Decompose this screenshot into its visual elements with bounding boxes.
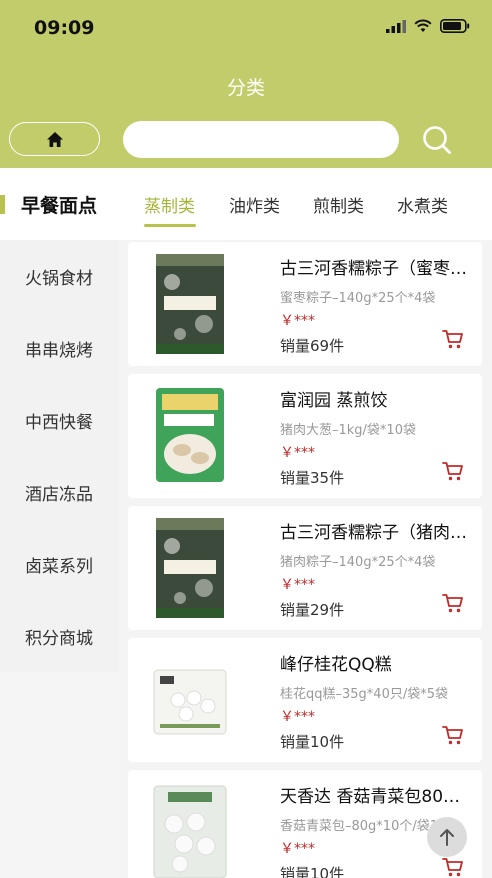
search-input[interactable] [123,121,399,158]
active-tab-indicator [144,224,196,227]
product-image [153,669,227,735]
cart-icon[interactable] [442,724,464,746]
product-sales: 销量10件 [280,733,345,751]
product-image [156,388,224,482]
sidebar-item-label: 酒店冻品 [25,484,93,505]
sidebar-item-skewers[interactable]: 串串烧烤 [0,312,118,384]
tab-boiled[interactable]: 水煮类 [397,192,448,217]
product-image [153,785,227,878]
product-price: ￥*** [280,445,315,461]
product-spec: 猪肉大葱–1kg/袋*10袋 [280,423,416,438]
product-name: 富润园 蒸煎饺 [280,391,388,411]
product-spec: 猪肉粽子–140g*25个*4袋 [280,555,436,570]
sidebar-item-points-mall[interactable]: 积分商城 [0,600,118,672]
arrow-up-icon [440,829,454,846]
product-card[interactable]: 峰仔桂花QQ糕 桂花qq糕–35g*40只/袋*5袋 ￥*** 销量10件 [128,638,482,762]
battery-icon [440,19,470,33]
tab-fried[interactable]: 油炸类 [229,192,280,217]
product-card[interactable]: 富润园 蒸煎饺 猪肉大葱–1kg/袋*10袋 ￥*** 销量35件 [128,374,482,498]
sidebar-item-hotel-frozen[interactable]: 酒店冻品 [0,456,118,528]
back-to-top-button[interactable] [427,817,467,857]
sidebar-item-breakfast[interactable]: 早餐面点 [0,168,118,240]
search-icon[interactable] [421,124,453,156]
tab-pan-fried[interactable]: 煎制类 [313,192,364,217]
product-sales: 销量10件 [280,865,345,878]
product-price: ￥*** [280,709,315,725]
status-time: 09:09 [34,17,95,39]
product-sales: 销量69件 [280,337,345,355]
wifi-icon [414,19,432,32]
sidebar-item-fastfood[interactable]: 中西快餐 [0,384,118,456]
home-button[interactable] [9,122,100,156]
sub-category-tabs: 蒸制类 油炸类 煎制类 水煮类 [118,168,492,240]
sidebar-item-label: 卤菜系列 [25,556,93,577]
cart-icon[interactable] [442,856,464,878]
header-bar: 09:09 分类 [0,0,492,168]
product-name: 古三河香糯粽子（猪肉粽子） [280,523,470,543]
product-price: ￥*** [280,577,315,593]
page-title: 分类 [226,77,265,99]
category-sidebar: 早餐面点 火锅食材 串串烧烤 中西快餐 酒店冻品 卤菜系列 积分商城 [0,168,118,672]
sidebar-item-braised[interactable]: 卤菜系列 [0,528,118,600]
product-panel: 蒸制类 油炸类 煎制类 水煮类 古三河香糯粽子（蜜枣粽子） 蜜枣粽子–140g*… [118,168,492,878]
sidebar-item-label: 串串烧烤 [25,340,93,361]
product-price: ￥*** [280,313,315,329]
product-name: 天香达 香菇青菜包80g*10个 [280,787,470,807]
sidebar-item-label: 中西快餐 [25,412,93,433]
sidebar-item-label: 积分商城 [25,628,93,649]
product-card[interactable]: 古三河香糯粽子（蜜枣粽子） 蜜枣粽子–140g*25个*4袋 ￥*** 销量69… [128,242,482,366]
product-spec: 蜜枣粽子–140g*25个*4袋 [280,291,436,306]
product-image [156,518,224,618]
product-name: 峰仔桂花QQ糕 [280,655,392,675]
product-name: 古三河香糯粽子（蜜枣粽子） [280,259,470,279]
product-price: ￥*** [280,841,315,857]
product-card[interactable]: 天香达 香菇青菜包80g*10个 香菇青菜包–80g*10个/袋12袋/箱 ￥*… [128,770,482,878]
home-icon [46,131,63,147]
product-image [156,254,224,354]
sidebar-item-hotpot[interactable]: 火锅食材 [0,240,118,312]
product-sales: 销量29件 [280,601,345,619]
cart-icon[interactable] [442,460,464,482]
product-spec: 桂花qq糕–35g*40只/袋*5袋 [280,687,448,702]
tab-steamed[interactable]: 蒸制类 [144,192,195,217]
cart-icon[interactable] [442,328,464,350]
sidebar-item-label: 早餐面点 [20,194,97,217]
cart-icon[interactable] [442,592,464,614]
status-icons [386,19,470,33]
signal-icon [386,19,406,33]
product-card[interactable]: 古三河香糯粽子（猪肉粽子） 猪肉粽子–140g*25个*4袋 ￥*** 销量29… [128,506,482,630]
sidebar-item-label: 火锅食材 [25,268,93,289]
product-sales: 销量35件 [280,469,345,487]
